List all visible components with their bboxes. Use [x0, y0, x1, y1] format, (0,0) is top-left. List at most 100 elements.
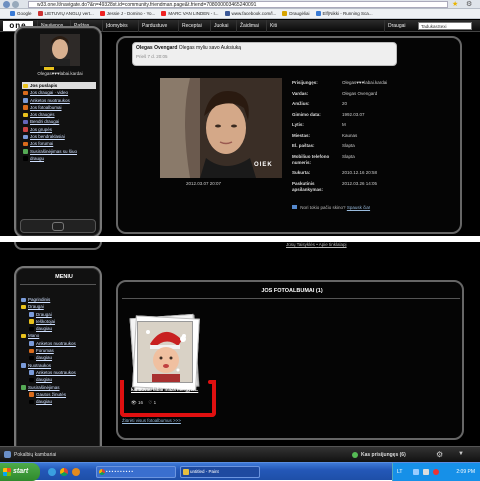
network-icon[interactable] — [413, 469, 419, 475]
main-menu-item[interactable]: Mano — [20, 332, 96, 339]
profile-menu-item[interactable]: draugu — [22, 155, 96, 162]
profile-menu-item-label: Bendri draugai — [30, 119, 60, 125]
chat-icon[interactable] — [4, 451, 11, 458]
status-author[interactable]: Olegas Ovengard — [136, 45, 177, 51]
star-icon[interactable]: ★ — [452, 0, 458, 8]
main-menu-item[interactable]: daugiau — [28, 354, 96, 361]
main-menu-item[interactable]: daugiau — [28, 325, 96, 332]
profile-menu-item[interactable]: Bendri draugai — [22, 118, 96, 125]
nav-item[interactable]: Kiti — [266, 20, 280, 32]
main-menu-item[interactable]: Draugai — [20, 303, 96, 310]
profile-info-label: Miestas: — [292, 132, 311, 138]
profile-menu-item-label: Jos fotoalbumai — [30, 104, 62, 110]
nav-item[interactable]: Žaidimai — [236, 20, 262, 32]
profile-menu-item[interactable]: Jos grupės — [22, 126, 96, 133]
see-all-albums-link[interactable]: Žiūrėti visus fotoalbumus >>> — [122, 418, 181, 423]
security-icon[interactable] — [433, 469, 439, 475]
bookmark-item[interactable]: www.facebook.com/l... — [224, 9, 276, 18]
profile-menu-item-label: Jos draugės — [30, 112, 55, 118]
main-menu-item[interactable]: Anketos nuotraukos — [28, 340, 96, 347]
main-menu-item-label: Pagrindinis — [28, 297, 51, 302]
footer-link-about[interactable]: Apie tinklalapį — [319, 242, 347, 247]
profile-menu-item[interactable]: Jos draugai · video — [22, 89, 96, 96]
menu-item-icon — [21, 333, 26, 339]
profile-avatar[interactable] — [40, 34, 80, 66]
bookmark-item[interactable]: Draugėliai — [282, 9, 310, 18]
avatar-image — [40, 34, 80, 66]
profile-info-label: Gimimo data: — [292, 111, 321, 117]
profile-menu-item-label: Jos grupės — [30, 126, 53, 132]
quicklaunch-chrome-icon[interactable] — [60, 468, 68, 476]
nav-item[interactable]: Įdomybės — [102, 20, 131, 32]
taskbar-paint-window[interactable]: untitled - Paint — [180, 466, 260, 478]
volume-icon[interactable] — [423, 469, 429, 475]
wrench-icon[interactable]: ⚙ — [466, 0, 472, 8]
main-menu-item[interactable]: Pagrindinis — [20, 296, 96, 303]
start-button[interactable]: start — [0, 463, 40, 481]
nav-item-friends[interactable]: Draugai — [384, 20, 409, 32]
bookmark-item[interactable]: Google — [10, 9, 32, 18]
main-menu-item[interactable]: Anketos nuotraukos — [28, 369, 96, 376]
taskbar-chrome-window[interactable]: • • • • • • • • • • — [96, 466, 176, 478]
chat-rooms-link[interactable]: Pokalbių kambariai — [14, 447, 56, 463]
main-menu-item-label: Nuotraukos — [28, 362, 52, 368]
main-menu-item[interactable]: daugiau — [28, 398, 96, 405]
nav-item[interactable]: Receptai — [178, 20, 205, 32]
back-icon[interactable] — [3, 1, 10, 8]
online-users-link[interactable]: Kas prisijungęs (6) — [361, 447, 406, 463]
profile-menu-item[interactable]: Jos draugės — [22, 111, 96, 118]
nav-item[interactable]: Pardustuve — [138, 20, 170, 32]
footer-link-rules[interactable]: Jūsų Taisyklės — [286, 242, 315, 247]
profile-info-label: Vardas: — [292, 90, 309, 96]
main-menu-item-label: Forumas — [36, 348, 54, 354]
main-menu-item[interactable]: Draugai — [28, 311, 96, 318]
menu-item-icon — [29, 341, 34, 346]
menu-item-icon — [23, 127, 28, 132]
bookmark-item[interactable]: Elf(Nikki - Running Sca... — [315, 9, 373, 18]
profile-info-row: Amžius: 20 — [292, 101, 408, 107]
profile-info-value: Slapta — [342, 143, 355, 148]
forward-icon[interactable] — [12, 1, 19, 8]
gallery-title: JOS FOTOALBUMAI (1) — [261, 288, 323, 294]
language-indicator[interactable]: LT — [397, 463, 402, 481]
profile-menu-item[interactable]: Jos bendraklasiai — [22, 133, 96, 140]
bookmark-item[interactable]: LIETUVIŲ ANGLŲ vert... — [37, 9, 94, 18]
menu-item-icon — [23, 141, 28, 147]
profile-menu-item[interactable]: Anketos nuotraukos — [22, 97, 96, 104]
profile-menu-item[interactable]: Jos puslapis — [22, 82, 96, 90]
profile-info-value: 20 — [342, 101, 348, 106]
quicklaunch-ie-icon[interactable] — [48, 468, 56, 476]
profile-menu-item[interactable]: Susirašinėjimas su šiuo — [22, 148, 96, 155]
menu-item-icon — [29, 370, 34, 375]
main-menu-item-label: daugiau — [36, 326, 53, 332]
settings-icon[interactable]: ⚙ — [436, 450, 443, 459]
skin-offer-text: Nori tokio pačio skino? — [300, 205, 346, 210]
main-menu-item[interactable]: Ieškotojai — [28, 318, 96, 325]
skin-offer-link[interactable]: Spausk čia! — [347, 205, 370, 210]
main-menu-item[interactable]: Gautos žinutės — [28, 391, 96, 398]
menu-item-icon — [23, 119, 28, 125]
address-bar[interactable]: w33.one.lt/navigate.do?&n=49328st.id=com… — [28, 1, 448, 8]
main-menu-item-label: daugiau — [36, 355, 53, 361]
menu-item-icon — [23, 149, 28, 154]
bookmark-favicon-icon — [315, 11, 321, 16]
main-menu-item-label: Gautos žinutės — [36, 391, 67, 397]
collapse-icon[interactable]: ▼ — [458, 451, 464, 457]
album-cover-photo[interactable] — [137, 321, 193, 383]
main-menu-item[interactable]: Nuotraukos — [20, 362, 96, 369]
quicklaunch-media-icon[interactable] — [72, 468, 80, 476]
bookmark-favicon-icon — [282, 11, 288, 16]
bookmark-item[interactable]: Jessie J - Domino - Yo... — [99, 9, 155, 18]
profile-menu-item[interactable]: Jos fotoalbumai — [22, 104, 96, 111]
profile-menu-item-label: Susirašinėjimas su šiuo — [30, 148, 78, 154]
profile-menu-item-label: Jos bendraklasiai — [30, 134, 65, 140]
main-menu-item[interactable]: Forumas — [28, 347, 96, 354]
main-menu-item[interactable]: Susirašinėjimas — [20, 384, 96, 391]
profile-menu-item[interactable]: Jos forumai — [22, 140, 96, 147]
nav-item[interactable]: Juokai — [210, 20, 231, 32]
main-menu-item[interactable]: daugiau — [28, 376, 96, 383]
profile-info-row: Mobiliuo telefono numeris: Slapta — [292, 154, 408, 166]
bookmark-item[interactable]: MARC VAN LINDEN - I... — [161, 9, 219, 18]
phone-home-button — [52, 222, 64, 231]
user-search-input[interactable]: TadukasSexi — [418, 22, 472, 30]
